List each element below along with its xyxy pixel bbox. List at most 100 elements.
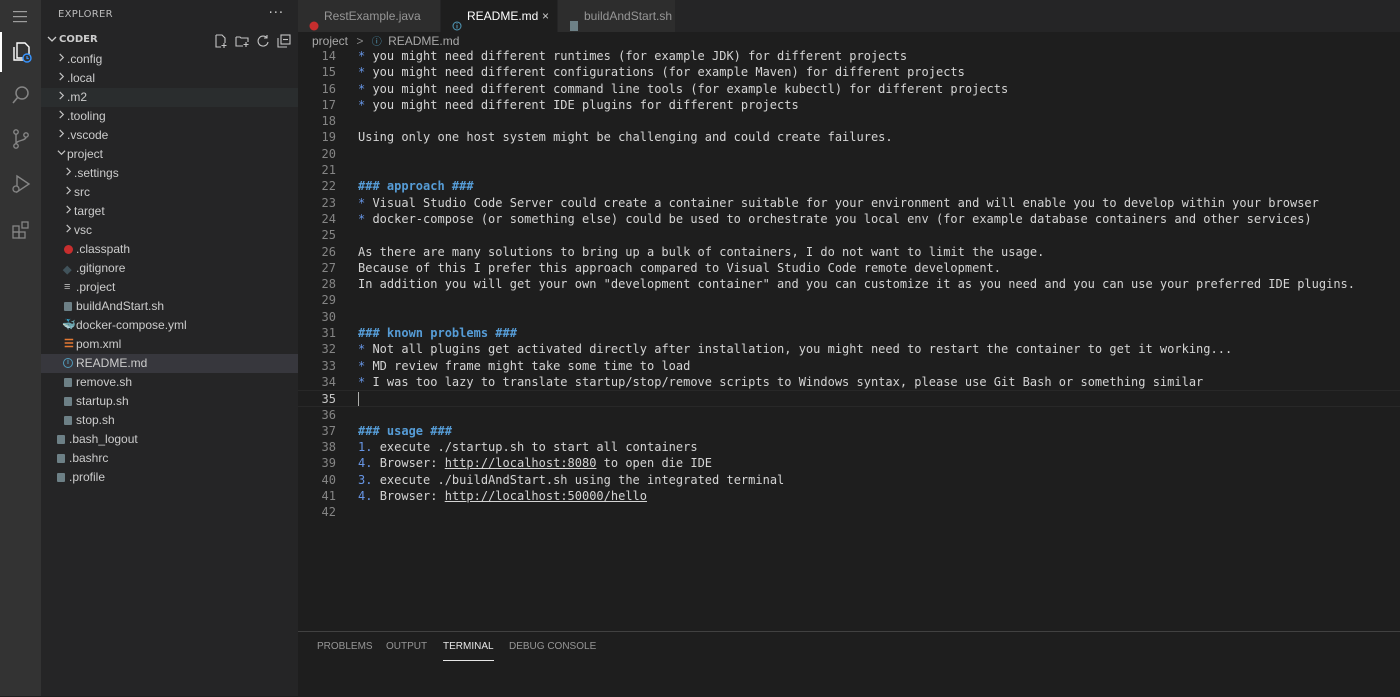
tree-file[interactable]: remove.sh: [41, 373, 298, 392]
code-line[interactable]: 18: [298, 113, 1400, 129]
line-number: 29: [321, 293, 336, 308]
code-line[interactable]: 23 * Visual Studio Code Server could crea…: [298, 195, 1400, 211]
tree-folder[interactable]: .m2: [41, 88, 298, 107]
tree-file[interactable]: stop.sh: [41, 411, 298, 430]
tab-readme-md[interactable]: README.md ×: [441, 0, 558, 32]
tree-file[interactable]: ≡ .project: [41, 278, 298, 297]
code-line[interactable]: 20: [298, 146, 1400, 162]
code-line[interactable]: 40 3. execute ./buildAndStart.sh using th…: [298, 472, 1400, 488]
code-line[interactable]: 35: [298, 390, 1400, 407]
url-link[interactable]: http://localhost:8080: [445, 456, 597, 470]
tab-buildandstart-sh[interactable]: buildAndStart.sh: [558, 0, 676, 32]
more-actions-icon[interactable]: ···: [269, 6, 284, 21]
new-file-icon[interactable]: [213, 33, 229, 49]
tree-file[interactable]: .profile: [41, 468, 298, 487]
url-link[interactable]: http://localhost:50000/hello: [445, 489, 647, 503]
file-tree: .config .local .m2 .tooling .vscode project .s…: [41, 50, 298, 487]
tree-file[interactable]: ◆ .gitignore: [41, 259, 298, 278]
tree-file[interactable]: .bashrc: [41, 449, 298, 468]
code-token: you might need different command line to…: [372, 81, 1009, 96]
code-token: 3.: [358, 472, 380, 487]
code-line[interactable]: 33 * MD review frame might take some time…: [298, 358, 1400, 374]
tree-folder[interactable]: .config: [41, 50, 298, 69]
code-line[interactable]: 28 In addition you will get your own "dev…: [298, 276, 1400, 292]
tab-debug-console[interactable]: DEBUG CONSOLE: [509, 640, 596, 660]
tree-file[interactable]: ☰ pom.xml: [41, 335, 298, 354]
code-line[interactable]: 34 * I was too lazy to translate startup/…: [298, 374, 1400, 390]
tree-folder[interactable]: target: [41, 202, 298, 221]
tree-file[interactable]: .bash_logout: [41, 430, 298, 449]
workspace-section-header[interactable]: CODER: [41, 32, 298, 50]
tab-restexample-java[interactable]: RestExample.java: [298, 0, 441, 32]
code-line[interactable]: 19 Using only one host system might be ch…: [298, 129, 1400, 145]
file-icon: [55, 430, 69, 449]
tree-file[interactable]: .classpath: [41, 240, 298, 259]
search-icon[interactable]: [0, 75, 41, 115]
tab-terminal[interactable]: TERMINAL: [443, 640, 494, 661]
file-icon: [55, 449, 69, 468]
code-line[interactable]: 17 * you might need different IDE plugins…: [298, 97, 1400, 113]
code-line[interactable]: 37 ### usage ###: [298, 423, 1400, 439]
tree-folder[interactable]: project: [41, 145, 298, 164]
tree-item-label: project: [67, 147, 104, 161]
code-text: 1. execute ./startup.sh to start all con…: [358, 439, 698, 455]
tree-folder[interactable]: .tooling: [41, 107, 298, 126]
chevron-right-icon: [62, 221, 74, 240]
code-line[interactable]: 27 Because of this I prefer this approach…: [298, 260, 1400, 276]
code-line[interactable]: 22 ### approach ###: [298, 178, 1400, 194]
line-number: 32: [321, 342, 336, 357]
tree-item-label: .bashrc: [69, 451, 109, 465]
close-icon[interactable]: ×: [542, 0, 549, 32]
code-text: * you might need different IDE plugins f…: [358, 97, 799, 113]
code-line[interactable]: 15 * you might need different configurati…: [298, 64, 1400, 80]
explorer-icon[interactable]: [0, 32, 41, 72]
tree-file[interactable]: buildAndStart.sh: [41, 297, 298, 316]
tree-folder[interactable]: .local: [41, 69, 298, 88]
tree-file[interactable]: startup.sh: [41, 392, 298, 411]
code-text: Because of this I prefer this approach c…: [358, 260, 1001, 276]
code-line[interactable]: 29: [298, 292, 1400, 308]
code-line[interactable]: 25: [298, 227, 1400, 243]
code-line[interactable]: 39 4. Browser: http://localhost:8080 to o…: [298, 455, 1400, 471]
workspace-name: CODER: [59, 34, 98, 45]
code-line[interactable]: 30: [298, 309, 1400, 325]
markdown-heading: ### approach ###: [358, 179, 474, 194]
code-text: * you might need different runtimes (for…: [358, 48, 907, 64]
extensions-icon[interactable]: [0, 209, 41, 249]
markdown-heading: ### usage ###: [358, 423, 452, 438]
tree-folder[interactable]: vsc: [41, 221, 298, 240]
code-token: Browser:: [379, 456, 445, 471]
code-line[interactable]: 36: [298, 407, 1400, 423]
code-line[interactable]: 21: [298, 162, 1400, 178]
source-control-icon[interactable]: [0, 119, 41, 159]
refresh-icon[interactable]: [255, 33, 271, 49]
tree-file[interactable]: 🐳 docker-compose.yml: [41, 316, 298, 335]
new-folder-icon[interactable]: [234, 33, 250, 49]
docker-icon: 🐳: [62, 319, 76, 331]
code-line[interactable]: 32 * Not all plugins get activated direct…: [298, 341, 1400, 357]
tab-output[interactable]: OUTPUT: [386, 640, 427, 660]
tree-item-label: docker-compose.yml: [76, 318, 187, 332]
code-line[interactable]: 31 ### known problems ###: [298, 325, 1400, 341]
run-debug-icon[interactable]: [0, 164, 41, 204]
code-editor[interactable]: 14 * you might need different runtimes (f…: [298, 48, 1400, 630]
code-line[interactable]: 42: [298, 504, 1400, 520]
code-line[interactable]: 41 4. Browser: http://localhost:50000/hel…: [298, 488, 1400, 504]
tree-folder[interactable]: src: [41, 183, 298, 202]
code-token: *: [358, 342, 373, 357]
hamburger-icon[interactable]: [0, 0, 41, 34]
code-line[interactable]: 14 * you might need different runtimes (f…: [298, 48, 1400, 64]
code-line[interactable]: 16 * you might need different command lin…: [298, 81, 1400, 97]
collapse-all-icon[interactable]: [276, 33, 292, 49]
file-icon: [62, 392, 76, 411]
code-line[interactable]: 24 * docker-compose (or something else) c…: [298, 211, 1400, 227]
code-token: Visual Studio Code Server could create a…: [372, 195, 1319, 210]
line-number: 37: [321, 423, 336, 438]
tree-file[interactable]: i README.md: [41, 354, 298, 373]
code-line[interactable]: 26 As there are many solutions to bring u…: [298, 244, 1400, 260]
code-line[interactable]: 38 1. execute ./startup.sh to start all c…: [298, 439, 1400, 455]
tree-folder[interactable]: .vscode: [41, 126, 298, 145]
line-number: 15: [321, 65, 336, 80]
tab-problems[interactable]: PROBLEMS: [317, 640, 373, 660]
tree-folder[interactable]: .settings: [41, 164, 298, 183]
